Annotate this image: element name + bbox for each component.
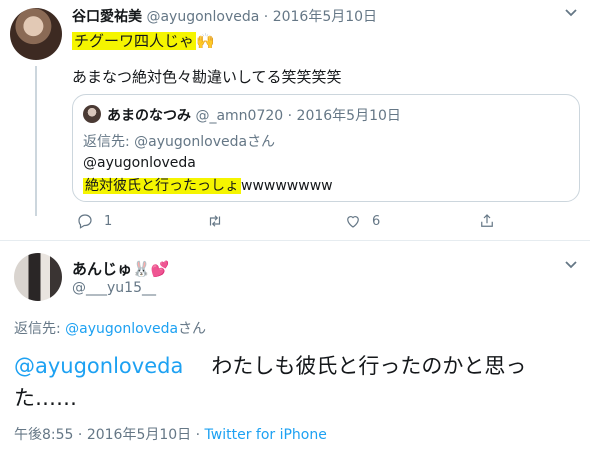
quoted-text-line: 絶対彼氏と行ったっしょ wwwwwwww: [83, 175, 333, 195]
reply-prefix: 返信先:: [14, 321, 66, 337]
display-name[interactable]: 谷口愛祐美: [72, 9, 142, 25]
divider: [0, 240, 590, 241]
tweet-meta: 午後8:55 · 2016年5月10日 · Twitter for iPhone: [14, 424, 327, 444]
avatar: [83, 105, 101, 123]
handle: @_amn0720: [195, 108, 284, 124]
quoted-text-line: @ayugonloveda: [83, 155, 196, 171]
like-count: 6: [372, 213, 381, 229]
reply-mention: @ayugonloveda: [134, 134, 248, 150]
handle[interactable]: @ayugonloveda: [146, 9, 259, 25]
reply-button[interactable]: 1: [76, 212, 112, 230]
avatar[interactable]: [10, 8, 62, 60]
chevron-down-icon[interactable]: [564, 6, 578, 22]
share-button[interactable]: [478, 212, 496, 230]
retweet-icon: [209, 215, 221, 227]
raising-hands-emoji: 🙌: [196, 32, 215, 50]
display-name[interactable]: あんじゅ🐰💕: [72, 258, 169, 279]
mention-link[interactable]: @ayugonloveda: [14, 354, 183, 378]
handle[interactable]: @___yu15__: [72, 280, 156, 296]
tweet-header: 谷口愛祐美 @ayugonloveda · 2016年5月10日: [72, 6, 377, 26]
retweet-button[interactable]: [206, 212, 234, 230]
tweet-time[interactable]: 午後8:55: [14, 427, 73, 443]
tweet-body: @ayugonloveda わたしも彼氏と行ったのかと思った……: [14, 350, 582, 414]
rabbit-heart-emoji: 🐰💕: [132, 260, 170, 278]
reply-context: 返信先: @ayugonlovedaさん: [83, 131, 275, 151]
separator: ·: [263, 9, 269, 25]
chevron-down-icon[interactable]: [564, 258, 578, 274]
separator: ·: [77, 427, 83, 443]
reply-count: 1: [104, 213, 113, 229]
thread-line: [35, 66, 37, 216]
tweet-date[interactable]: 2016年5月10日: [87, 427, 191, 443]
highlighted-text: チグーワ四人じゃ: [72, 32, 197, 50]
tweet-date[interactable]: 2016年5月10日: [273, 9, 377, 25]
like-button[interactable]: 6: [344, 212, 380, 230]
display-name-text: あんじゅ: [72, 260, 133, 278]
tweet-text-line: あまなつ絶対色々勘違いしてる笑笑笑笑: [72, 68, 342, 86]
quoted-tweet[interactable]: あまのなつみ @_amn0720 · 2016年5月10日 返信先: @ayug…: [72, 94, 580, 202]
separator: ·: [287, 108, 293, 124]
highlighted-text: 絶対彼氏と行ったっしょ: [83, 178, 241, 194]
quoted-text-rest: wwwwwwww: [241, 178, 333, 194]
tweet-text-line: チグーワ四人じゃ 🙌: [72, 30, 215, 51]
source-link[interactable]: Twitter for iPhone: [205, 427, 327, 443]
share-icon: [481, 214, 493, 227]
separator: ·: [195, 427, 201, 443]
reply-mention-link[interactable]: @ayugonloveda: [65, 321, 178, 337]
tweet-date: 2016年5月10日: [296, 108, 401, 124]
reply-suffix: さん: [178, 321, 207, 337]
like-icon: [347, 216, 359, 228]
display-name: あまのなつみ: [107, 108, 191, 124]
reply-context: 返信先: @ayugonlovedaさん: [14, 318, 206, 338]
quoted-tweet-header: あまのなつみ @_amn0720 · 2016年5月10日: [107, 105, 401, 125]
reply-suffix: さん: [247, 134, 276, 150]
reply-prefix: 返信先:: [83, 134, 135, 150]
reply-icon: [78, 214, 92, 229]
avatar[interactable]: [14, 253, 62, 301]
